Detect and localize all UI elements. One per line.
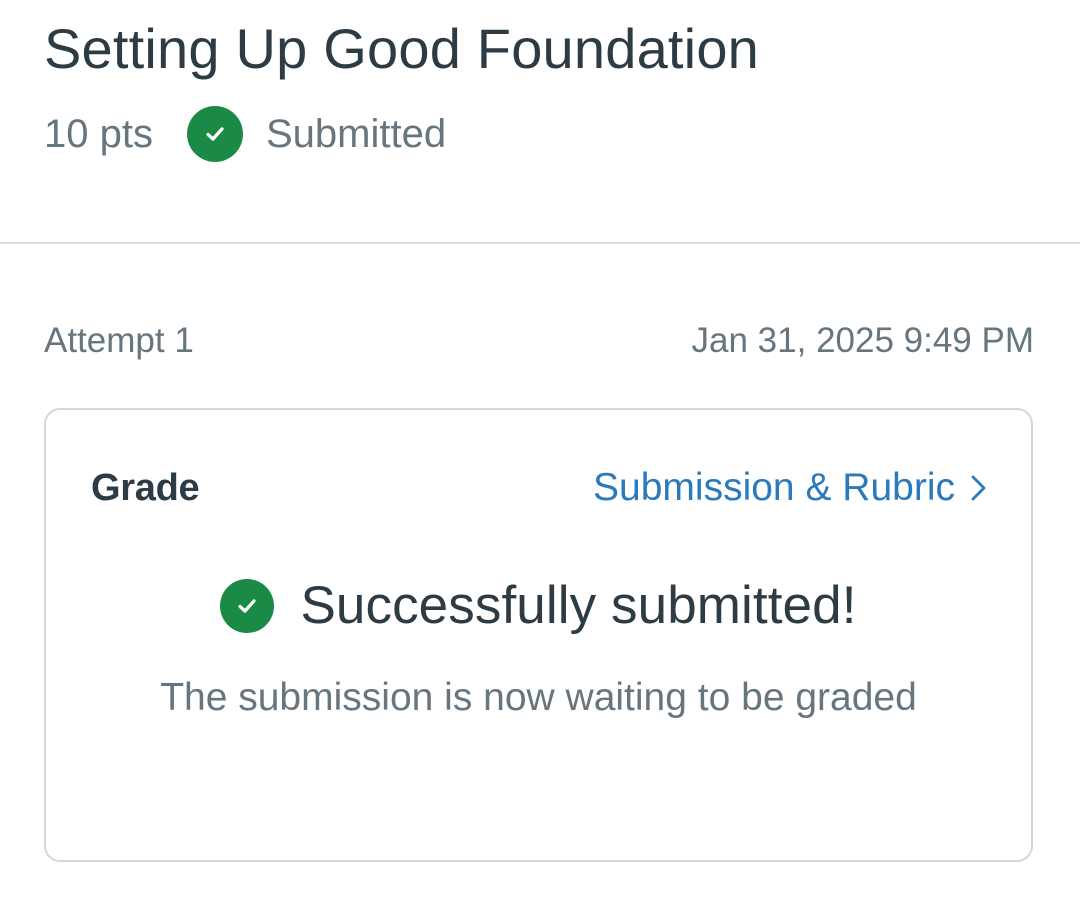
success-heading-row: Successfully submitted! [46, 573, 1031, 639]
assignment-header: Setting Up Good Foundation [44, 14, 1040, 84]
grade-card: Grade Submission & Rubric Successfully s… [44, 408, 1033, 862]
assignment-title: Setting Up Good Foundation [44, 17, 760, 80]
chevron-right-icon [971, 475, 986, 501]
check-circle-icon [186, 106, 243, 162]
check-circle-icon [220, 579, 275, 633]
grade-card-header: Grade Submission & Rubric [91, 463, 989, 513]
attempt-label: Attempt 1 [44, 321, 194, 360]
attempt-timestamp: Jan 31, 2025 9:49 PM [691, 321, 1034, 360]
assignment-details-screen: Setting Up Good Foundation 10 pts Submit… [0, 0, 1080, 923]
success-subtitle: The submission is now waiting to be grad… [160, 676, 917, 719]
assignment-meta: 10 pts Submitted [44, 105, 446, 163]
submission-success-message: Successfully submitted! The submission i… [46, 573, 1031, 723]
section-divider [0, 242, 1080, 244]
attempt-row: Attempt 1 Jan 31, 2025 9:49 PM [44, 318, 1034, 364]
submission-rubric-link-label: Submission & Rubric [593, 466, 955, 509]
grade-label: Grade [91, 467, 200, 509]
submission-status: Submitted [265, 112, 447, 156]
submission-rubric-link[interactable]: Submission & Rubric [593, 463, 989, 513]
success-title: Successfully submitted! [300, 576, 857, 635]
points-value: 10 pts [44, 112, 153, 156]
